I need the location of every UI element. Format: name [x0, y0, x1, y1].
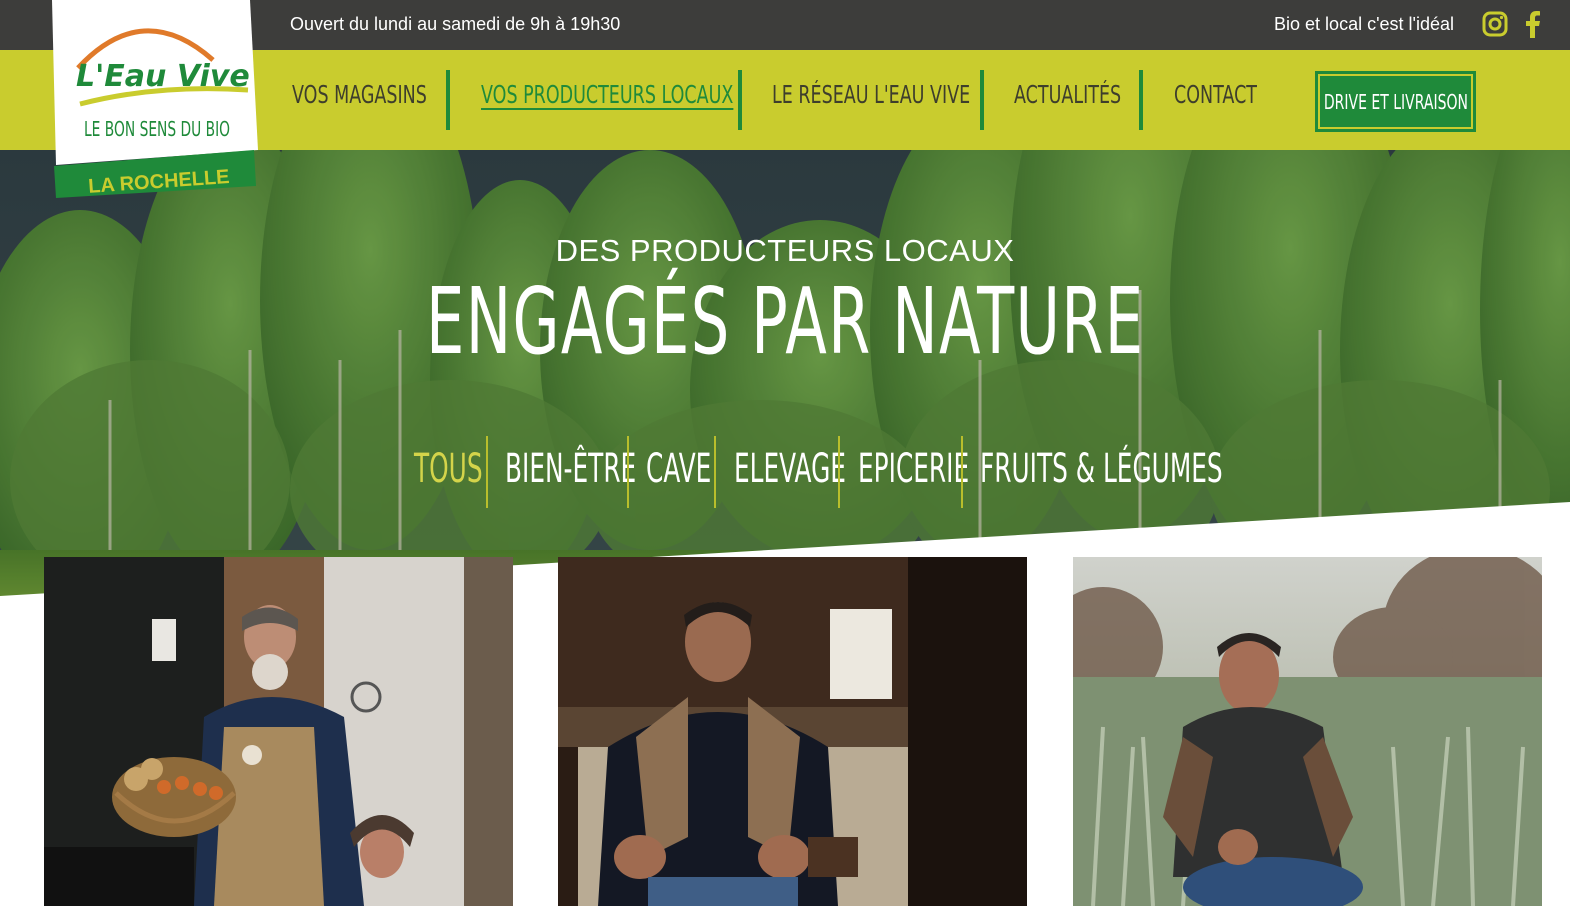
opening-hours: Ouvert du lundi au samedi de 9h à 19h30	[290, 14, 621, 34]
filter-divider	[714, 436, 716, 508]
nav-item-actualites[interactable]: ACTUALITÉS	[1014, 80, 1121, 109]
drive-livraison-label: DRIVE ET LIVRAISON	[1323, 89, 1468, 114]
producer-photo	[44, 557, 513, 906]
nav-divider	[980, 70, 984, 130]
filter-tous[interactable]: TOUS	[414, 446, 483, 492]
instagram-icon[interactable]	[1481, 10, 1509, 38]
brand-slogan: LE BON SENS DU BIO	[84, 117, 230, 141]
filter-elevage[interactable]: ELEVAGE	[734, 446, 846, 492]
nav-item-reseau[interactable]: LE RÉSEAU L'EAU VIVE	[772, 80, 970, 109]
filter-divider	[838, 436, 840, 508]
nav-divider	[738, 70, 742, 130]
producer-photo	[1073, 557, 1542, 906]
nav-item-contact[interactable]: CONTACT	[1174, 80, 1257, 109]
producer-card[interactable]	[1073, 557, 1542, 906]
filter-bien-etre[interactable]: BIEN-ÊTRE	[505, 446, 636, 492]
filter-cave[interactable]: CAVE	[646, 446, 711, 492]
filter-fruits-legumes[interactable]: FRUITS & LÉGUMES	[980, 446, 1223, 492]
nav-item-magasins[interactable]: VOS MAGASINS	[292, 80, 427, 109]
nav-item-producteurs[interactable]: VOS PRODUCTEURS LOCAUX	[481, 80, 733, 109]
brand-logo[interactable]: L'Eau Vive LE BON SENS DU BIO LA ROCHELL…	[48, 0, 263, 200]
filter-divider	[486, 436, 488, 508]
nav-divider	[1139, 70, 1143, 130]
producer-photo	[558, 557, 1027, 906]
filter-divider	[627, 436, 629, 508]
producer-card[interactable]	[558, 557, 1027, 906]
filter-epicerie[interactable]: EPICERIE	[858, 446, 969, 492]
hero-subtitle: DES PRODUCTEURS LOCAUX	[555, 233, 1015, 268]
facebook-icon[interactable]	[1518, 10, 1546, 38]
filter-divider	[961, 436, 963, 508]
tagline: Bio et local c'est l'idéal	[1274, 14, 1454, 34]
hero-title: ENGAGÉS PAR NATURE	[425, 268, 1145, 375]
hero-banner: DES PRODUCTEURS LOCAUX ENGAGÉS PAR NATUR…	[0, 150, 1570, 610]
nav-divider	[446, 70, 450, 130]
drive-livraison-button[interactable]: DRIVE ET LIVRAISON	[1315, 71, 1476, 132]
forest-background	[0, 150, 1570, 610]
producer-card[interactable]	[44, 557, 513, 906]
category-filters: TOUS BIEN-ÊTRE CAVE ELEVAGE EPICERIE FRU…	[0, 436, 1570, 508]
